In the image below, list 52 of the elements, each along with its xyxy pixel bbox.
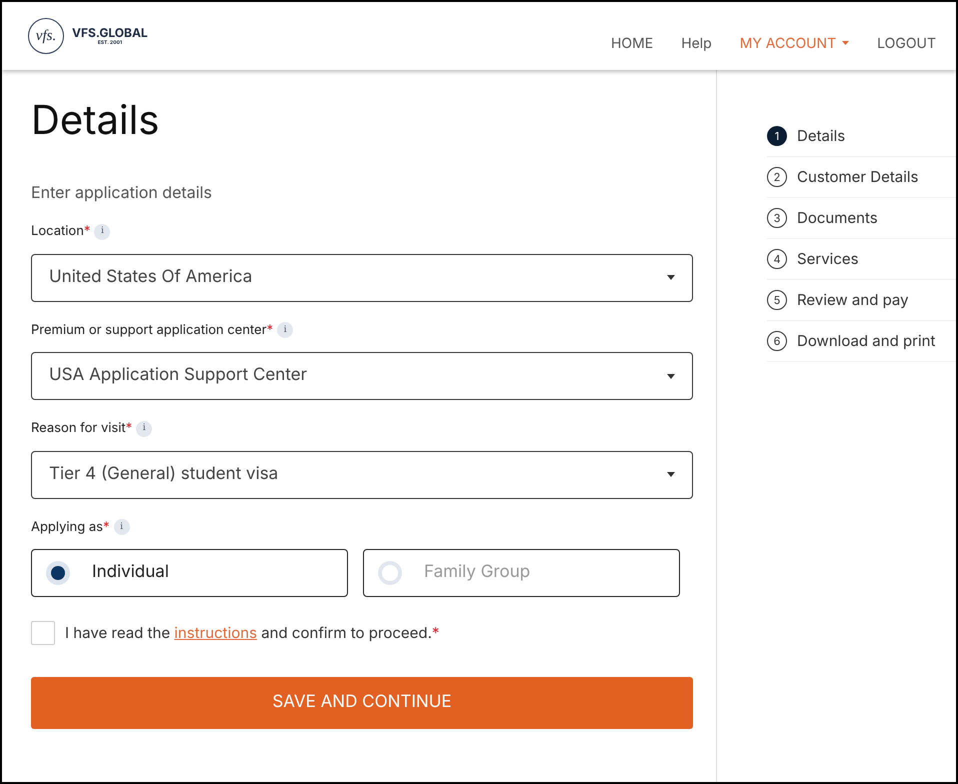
field-label: Premium or support application center xyxy=(31,320,267,340)
field-label: Applying as xyxy=(31,518,104,536)
field-label: Location xyxy=(31,222,84,241)
step-label: Details xyxy=(797,124,846,147)
nav-link[interactable]: Help xyxy=(681,32,712,54)
field-label: Reason for visit xyxy=(31,419,126,438)
required-mark: * xyxy=(126,419,132,438)
select-value: Tier 4 (General) student visa xyxy=(49,462,278,486)
radio-label: Individual xyxy=(92,561,169,584)
select-field[interactable]: United States Of America xyxy=(31,254,693,302)
save-and-continue-button[interactable]: SAVE AND CONTINUE xyxy=(31,677,693,729)
radio-option[interactable]: Individual xyxy=(31,549,348,597)
select-field[interactable]: Tier 4 (General) student visa xyxy=(31,450,693,498)
confirm-text: I have read the instructions and confirm to proceed.* xyxy=(65,622,440,644)
step-label: Documents xyxy=(797,206,878,229)
nav-link[interactable]: HOME xyxy=(611,32,654,54)
step-item[interactable]: 4 Services xyxy=(767,239,956,280)
required-mark: * xyxy=(103,518,110,536)
caret-icon xyxy=(667,472,675,477)
step-item[interactable]: 6 Download and print xyxy=(767,321,956,362)
step-number: 3 xyxy=(767,208,787,228)
caret-icon xyxy=(667,275,675,280)
step-item[interactable]: 1 Details xyxy=(767,116,956,157)
select-value: United States Of America xyxy=(49,266,252,289)
select-value: USA Application Support Center xyxy=(49,364,308,388)
info-icon[interactable]: i xyxy=(94,224,110,240)
page-subtitle: Enter application details xyxy=(31,181,213,204)
step-number: 5 xyxy=(767,290,787,310)
step-label: Services xyxy=(797,248,859,270)
checkbox[interactable] xyxy=(31,621,55,645)
select-field[interactable]: USA Application Support Center xyxy=(31,352,693,400)
nav-link[interactable]: LOGOUT xyxy=(877,32,936,54)
step-number: 4 xyxy=(767,249,787,269)
step-item[interactable]: 2 Customer Details xyxy=(767,157,956,198)
logo-mark: vfs. xyxy=(28,18,64,54)
info-icon[interactable]: i xyxy=(136,420,152,437)
step-label: Customer Details xyxy=(797,166,918,188)
caret-icon xyxy=(667,374,675,378)
page-title: Details xyxy=(31,100,160,140)
required-mark: * xyxy=(266,320,274,340)
step-label: Review and pay xyxy=(797,288,909,311)
info-icon[interactable]: i xyxy=(114,519,130,536)
step-number: 1 xyxy=(767,126,787,146)
required-mark: * xyxy=(84,222,90,241)
radio-label: Family Group xyxy=(424,561,530,584)
info-icon[interactable]: i xyxy=(277,322,294,338)
step-number: 6 xyxy=(767,331,787,351)
step-item[interactable]: 5 Review and pay xyxy=(767,280,956,321)
logo-name: VFS.GLOBAL xyxy=(72,26,148,38)
step-number: 2 xyxy=(767,167,787,187)
step-label: Download and print xyxy=(797,330,936,352)
step-item[interactable]: 3 Documents xyxy=(767,198,956,239)
